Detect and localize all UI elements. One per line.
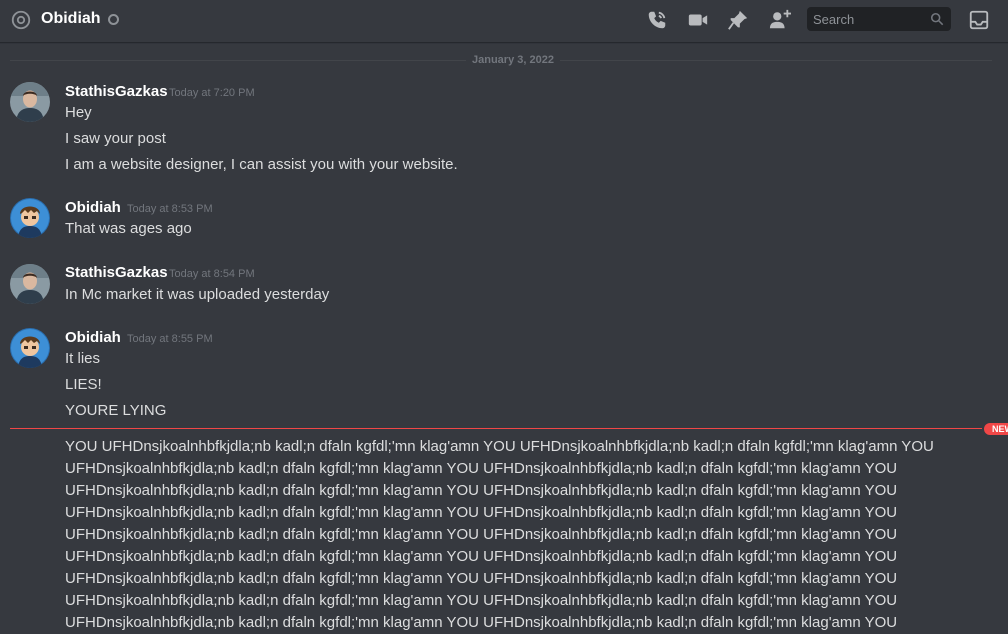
search-box[interactable]: [807, 7, 951, 31]
message-text-line: YOU UFHDnsjkoalnhbfkjdla;nb kadl;n dfaln…: [65, 438, 934, 455]
message-text: Hey: [65, 104, 92, 121]
message-text: That was ages ago: [65, 220, 192, 237]
message-text-line: UFHDnsjkoalnhbfkjdla;nb kadl;n dfaln kgf…: [65, 482, 898, 499]
offline-status-icon: [108, 14, 119, 25]
avatar[interactable]: [10, 198, 50, 238]
add-friend-icon[interactable]: [767, 9, 793, 31]
user-avatar-image: [10, 264, 50, 304]
avatar[interactable]: [10, 328, 50, 368]
avatar[interactable]: [10, 264, 50, 304]
message-text-line: UFHDnsjkoalnhbfkjdla;nb kadl;n dfaln kgf…: [65, 548, 898, 565]
message-timestamp: Today at 8:55 PM: [127, 333, 213, 345]
message-author[interactable]: StathisGazkas: [65, 83, 168, 101]
message-text: I saw your post: [65, 130, 166, 147]
user-avatar-image: [10, 82, 50, 122]
message-author[interactable]: StathisGazkas: [65, 264, 168, 282]
new-messages-divider: [10, 428, 982, 429]
user-avatar-image: [10, 198, 50, 238]
message-text: It lies: [65, 350, 101, 367]
channel-header: Obidiah: [0, 0, 1008, 42]
search-input[interactable]: [807, 7, 937, 31]
message-text: In Mc market it was uploaded yesterday: [65, 286, 330, 303]
message-author[interactable]: Obidiah: [65, 199, 121, 217]
message-timestamp: Today at 8:53 PM: [127, 203, 213, 215]
date-divider-label: January 3, 2022: [466, 54, 560, 67]
message-text: LIES!: [65, 376, 102, 393]
message-text-line: UFHDnsjkoalnhbfkjdla;nb kadl;n dfaln kgf…: [65, 460, 898, 477]
message-text: YOURE LYING: [65, 402, 167, 419]
message-text: YOU UFHDnsjkoalnhbfkjdla;nb kadl;n dfaln…: [65, 436, 945, 634]
message-text-line: UFHDnsjkoalnhbfkjdla;nb kadl;n dfaln kgf…: [65, 614, 898, 631]
pin-icon[interactable]: [727, 9, 749, 31]
call-icon[interactable]: [646, 9, 668, 31]
message-timestamp: Today at 8:54 PM: [169, 268, 255, 280]
at-icon: [11, 10, 31, 30]
new-messages-badge: NEW: [984, 423, 1008, 435]
inbox-icon[interactable]: [968, 9, 990, 31]
search-icon: [930, 12, 944, 26]
message-text: I am a website designer, I can assist yo…: [65, 156, 458, 173]
message-text-line: UFHDnsjkoalnhbfkjdla;nb kadl;n dfaln kgf…: [65, 592, 898, 609]
message-timestamp: Today at 7:20 PM: [169, 87, 255, 99]
message-author[interactable]: Obidiah: [65, 329, 121, 347]
avatar[interactable]: [10, 82, 50, 122]
message-text-line: UFHDnsjkoalnhbfkjdla;nb kadl;n dfaln kgf…: [65, 504, 898, 521]
message-text-line: UFHDnsjkoalnhbfkjdla;nb kadl;n dfaln kgf…: [65, 526, 898, 543]
user-avatar-image: [10, 328, 50, 368]
message-text-line: UFHDnsjkoalnhbfkjdla;nb kadl;n dfaln kgf…: [65, 570, 898, 587]
channel-name: Obidiah: [41, 10, 101, 27]
video-icon[interactable]: [687, 9, 709, 31]
